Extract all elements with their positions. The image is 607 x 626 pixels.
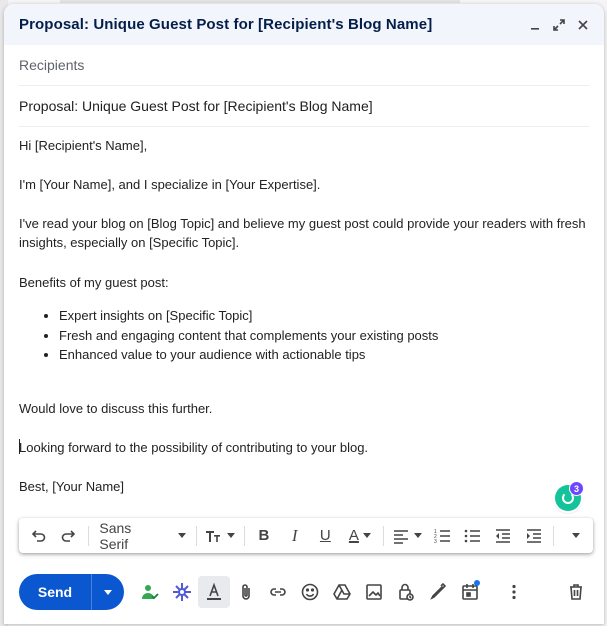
more-options-icon[interactable] [498, 576, 530, 608]
underline-icon[interactable]: U [310, 521, 341, 551]
toolbar-divider [383, 525, 385, 546]
toolbar-divider [88, 525, 90, 546]
chevron-down-icon [571, 533, 580, 538]
undo-icon[interactable] [23, 521, 54, 551]
benefits-heading: Benefits of my guest post: [19, 275, 169, 290]
list-item: Enhanced value to your audience with act… [59, 345, 438, 365]
more-formatting-icon[interactable] [558, 521, 589, 551]
chevron-down-icon [227, 533, 236, 538]
subject-value: Proposal: Unique Guest Post for [Recipie… [19, 98, 373, 114]
schedule-event-icon[interactable] [454, 576, 486, 608]
italic-icon[interactable]: I [279, 521, 310, 551]
send-button-group: Send [19, 574, 124, 610]
svg-text:3: 3 [434, 539, 437, 545]
paragraph-text: I've read your blog on [Blog Topic] and … [19, 216, 586, 250]
minimize-icon[interactable] [524, 14, 546, 36]
align-icon[interactable] [388, 521, 426, 551]
font-family-label: Sans Serif [99, 519, 132, 552]
chevron-down-icon [362, 533, 371, 538]
discuss-line: Would love to discuss this further. [19, 401, 213, 416]
discard-draft-icon[interactable] [560, 576, 592, 608]
bulleted-list-icon[interactable] [457, 521, 488, 551]
formatting-toolbar: Sans Serif B I U A 123 [19, 518, 593, 553]
recipients-placeholder: Recipients [19, 57, 85, 73]
toolbar-divider [553, 525, 555, 546]
send-options-button[interactable] [91, 574, 124, 610]
greeting-line: Hi [Recipient's Name], [19, 138, 148, 153]
bottom-toolbar: Send [4, 568, 604, 616]
recipients-field[interactable]: Recipients [19, 45, 589, 86]
formatting-options-icon[interactable] [198, 576, 230, 608]
intro-line: I'm [Your Name], and I specialize in [Yo… [19, 177, 321, 192]
benefits-list: Expert insights on [Specific Topic] Fres… [19, 306, 438, 365]
text-color-icon[interactable]: A [341, 521, 379, 551]
chevron-down-icon [104, 589, 112, 595]
insert-photo-icon[interactable] [358, 576, 390, 608]
subject-field[interactable]: Proposal: Unique Guest Post for [Recipie… [19, 86, 589, 127]
signoff-line: Best, [Your Name] [19, 479, 125, 494]
insert-link-icon[interactable] [262, 576, 294, 608]
font-family-select[interactable]: Sans Serif [93, 519, 192, 552]
attach-file-icon[interactable] [230, 576, 262, 608]
list-item: Expert insights on [Specific Topic] [59, 306, 438, 326]
grammarly-badge: 3 [569, 481, 584, 496]
indent-less-icon[interactable] [488, 521, 519, 551]
compose-title: Proposal: Unique Guest Post for [Recipie… [19, 16, 433, 33]
gemini-icon[interactable] [166, 576, 198, 608]
toolbar-divider [243, 525, 245, 546]
google-drive-icon[interactable] [326, 576, 358, 608]
compose-header[interactable]: Proposal: Unique Guest Post for [Recipie… [4, 4, 604, 45]
looking-forward-line: Looking forward to the possibility of co… [19, 440, 369, 455]
expand-icon[interactable] [548, 14, 570, 36]
numbered-list-icon[interactable]: 123 [426, 521, 457, 551]
notification-dot [474, 580, 480, 586]
chevron-down-icon [414, 533, 423, 538]
font-size-icon[interactable] [201, 521, 239, 551]
redo-icon[interactable] [54, 521, 85, 551]
compose-window: Proposal: Unique Guest Post for [Recipie… [4, 4, 604, 624]
signature-icon[interactable] [422, 576, 454, 608]
indent-more-icon[interactable] [519, 521, 550, 551]
confidential-mode-icon[interactable] [390, 576, 422, 608]
send-button[interactable]: Send [19, 574, 91, 610]
chevron-down-icon [178, 533, 187, 538]
list-item: Fresh and engaging content that compleme… [59, 326, 438, 346]
background-text-line [60, 0, 460, 3]
toolbar-divider [196, 525, 198, 546]
emoji-icon[interactable] [294, 576, 326, 608]
text-color-glyph: A [348, 527, 359, 544]
bold-icon[interactable]: B [249, 521, 280, 551]
assign-person-icon[interactable] [134, 576, 166, 608]
close-icon[interactable] [572, 14, 594, 36]
